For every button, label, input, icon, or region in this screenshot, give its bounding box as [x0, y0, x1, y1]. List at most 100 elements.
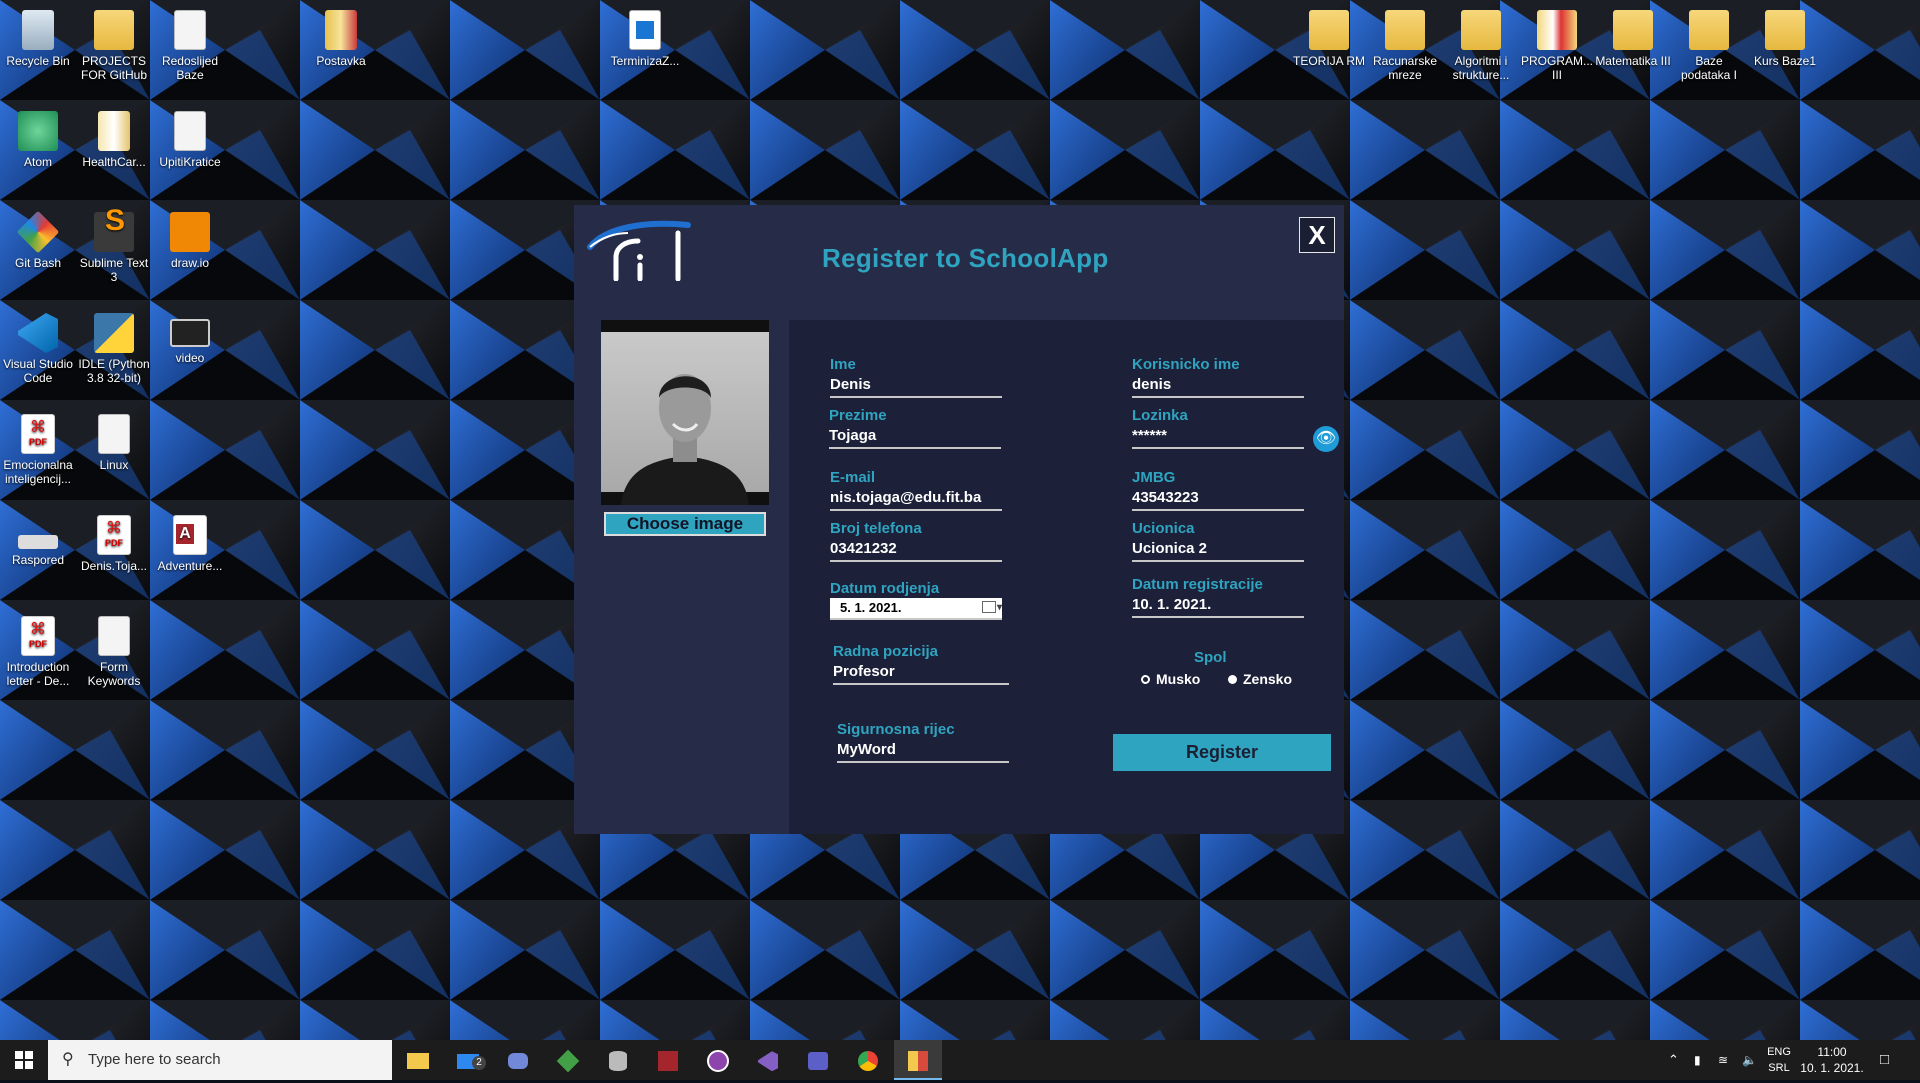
folder-icon [1765, 10, 1805, 50]
document-icon [98, 414, 130, 454]
folder-icon [1461, 10, 1501, 50]
lozinka-input[interactable]: ****** [1132, 425, 1304, 449]
telefon-input[interactable]: 03421232 [830, 538, 1002, 562]
calendar-file-icon [629, 10, 661, 50]
teams-icon [808, 1052, 828, 1071]
ime-field: Ime Denis [830, 356, 1002, 398]
prezime-input[interactable]: Tojaga [829, 425, 1001, 449]
folder-icon [1309, 10, 1349, 50]
korisnicko-ime-input[interactable]: denis [1132, 374, 1304, 398]
desktop-icon-matematika[interactable]: Matematika III [1595, 6, 1671, 68]
taskbar-access[interactable] [644, 1040, 692, 1080]
desktop-icon-atom[interactable]: Atom [0, 107, 76, 169]
desktop-icon-vscode[interactable]: Visual Studio Code [0, 309, 76, 385]
register-button[interactable]: Register [1113, 734, 1331, 771]
spol-label: Spol [1194, 649, 1227, 666]
email-field: E-mail nis.tojaga@edu.fit.ba [830, 469, 1002, 511]
taskbar-git-app[interactable] [544, 1040, 592, 1080]
desktop-icon-projects-for-github[interactable]: PROJECTS FOR GitHub [76, 6, 152, 82]
battery-icon[interactable]: ▮ [1694, 1040, 1701, 1080]
desktop-icon-linux[interactable]: Linux [76, 410, 152, 472]
korisnicko-ime-field: Korisnicko ime denis [1132, 356, 1304, 398]
taskbar-schoolapp[interactable] [894, 1040, 942, 1080]
visual-studio-icon [758, 1051, 778, 1072]
desktop-icon-drawio[interactable]: draw.io [152, 208, 228, 270]
wifi-icon[interactable]: ≊ [1718, 1040, 1728, 1080]
datum-rodjenja-picker[interactable]: 5. 1. 2021. [830, 598, 1002, 620]
language-code: ENG [1767, 1046, 1791, 1058]
calendar-dropdown-icon[interactable] [982, 598, 1002, 618]
folder-icon [1613, 10, 1653, 50]
desktop-icon-algoritmi[interactable]: Algoritmi i strukture... [1443, 6, 1519, 82]
ucionica-field: Ucionica Ucionica 2 [1132, 520, 1304, 562]
desktop-icon-sublime-text[interactable]: Sublime Text 3 [76, 208, 152, 284]
desktop-icon-upitikratice[interactable]: UpitiKratice [152, 107, 228, 169]
taskbar-visual-studio[interactable] [744, 1040, 792, 1080]
language-indicator[interactable]: ENG SRL [1764, 1044, 1794, 1076]
clock-time: 11:00 [1817, 1045, 1847, 1059]
taskbar-visual-studio-preview[interactable] [694, 1040, 742, 1080]
sigurnosna-rijec-input[interactable]: MyWord [837, 739, 1009, 763]
datum-rodjenja-label: Datum rodjenja [830, 580, 940, 597]
desktop-icon-racunarske-mreze[interactable]: Racunarske mreze [1367, 6, 1443, 82]
desktop-icon-emocionalna[interactable]: Emocionalna inteligencij... [0, 410, 76, 486]
choose-image-button[interactable]: Choose image [604, 512, 766, 536]
ime-label: Ime [830, 356, 856, 373]
recycle-bin-icon [22, 10, 54, 50]
notifications-icon[interactable]: □ [1880, 1040, 1889, 1080]
radna-pozicija-input[interactable]: Profesor [833, 661, 1009, 685]
windows-icon [15, 1051, 33, 1069]
desktop-icon-adventure[interactable]: Adventure... [152, 511, 228, 573]
sublime-icon [94, 212, 134, 252]
jmbg-input[interactable]: 43543223 [1132, 487, 1304, 511]
taskbar-mail[interactable]: 2 [444, 1040, 492, 1080]
desktop-icon-form-keywords[interactable]: Form Keywords [76, 612, 152, 688]
ucionica-input[interactable]: Ucionica 2 [1132, 538, 1304, 562]
desktop-icon-raspored[interactable]: Raspored [0, 511, 76, 567]
radio-musko[interactable]: Musko [1141, 671, 1200, 687]
desktop-icon-programiranje[interactable]: PROGRAM... III [1519, 6, 1595, 82]
access-icon [658, 1051, 678, 1072]
desktop-icon-redoslijed-baze[interactable]: Redoslijed Baze [152, 6, 228, 82]
telefon-field: Broj telefona 03421232 [830, 520, 1002, 562]
taskbar-chrome[interactable] [844, 1040, 892, 1080]
discord-icon [508, 1053, 528, 1070]
desktop-icon-recycle-bin[interactable]: Recycle Bin [0, 6, 76, 68]
desktop-icon-git-bash[interactable]: Git Bash [0, 208, 76, 270]
radio-checked-icon [1228, 675, 1237, 684]
desktop-icon-introduction-letter[interactable]: Introduction letter - De... [0, 612, 76, 688]
desktop-icon-denis-toja[interactable]: Denis.Toja... [76, 511, 152, 573]
radna-pozicija-label: Radna pozicija [833, 643, 939, 660]
tray-chevron-icon[interactable]: ⌃ [1668, 1040, 1679, 1080]
radio-zensko[interactable]: Zensko [1228, 671, 1292, 687]
email-input[interactable]: nis.tojaga@edu.fit.ba [830, 487, 1002, 511]
desktop-icon-baze-podataka[interactable]: Baze podataka I [1671, 6, 1747, 82]
ime-input[interactable]: Denis [830, 374, 1002, 398]
desktop-icon-video[interactable]: video [152, 309, 228, 365]
database-icon [609, 1051, 627, 1072]
search-icon: ⚲ [62, 1051, 74, 1068]
taskbar-database[interactable] [594, 1040, 642, 1080]
start-button[interactable] [0, 1040, 48, 1080]
show-password-icon[interactable]: 👁 [1313, 426, 1339, 452]
desktop-icon-kurs-baze[interactable]: Kurs Baze1 [1747, 6, 1823, 68]
taskbar-file-explorer[interactable] [394, 1040, 442, 1080]
taskbar-search[interactable]: ⚲ Type here to search [48, 1040, 392, 1080]
taskbar-discord[interactable] [494, 1040, 542, 1080]
taskbar-teams[interactable] [794, 1040, 842, 1080]
volume-icon[interactable]: 🔈 [1742, 1040, 1757, 1080]
jmbg-label: JMBG [1132, 469, 1176, 486]
lozinka-field: Lozinka ****** [1132, 407, 1304, 449]
clock[interactable]: 11:00 10. 1. 2021. [1800, 1044, 1864, 1076]
desktop-icon-teorija-rm[interactable]: TEORIJA RM [1291, 6, 1367, 68]
fit-logo [587, 220, 691, 281]
close-button[interactable]: X [1299, 217, 1335, 253]
atom-icon [18, 111, 58, 151]
desktop-icon-terminizaz[interactable]: TerminizaZ... [607, 6, 683, 68]
folder-icon [407, 1053, 429, 1070]
desktop-icon-idle-python[interactable]: IDLE (Python 3.8 32-bit) [76, 309, 152, 385]
prezime-field: Prezime Tojaga [829, 407, 1001, 449]
jmbg-field: JMBG 43543223 [1132, 469, 1304, 511]
desktop-icon-postavka[interactable]: Postavka [303, 6, 379, 68]
desktop-icon-healthcar[interactable]: HealthCar... [76, 107, 152, 169]
